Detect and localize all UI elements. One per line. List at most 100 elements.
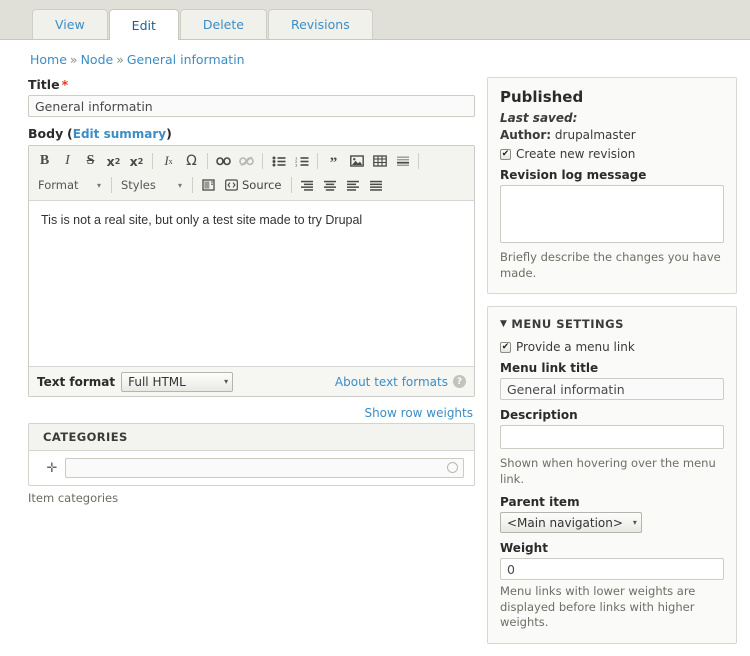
menu-description-hint: Shown when hovering over the menu link. [500,456,716,486]
toolbar-separator-2 [207,153,208,169]
tab-view[interactable]: View [32,9,108,39]
node-edit-form: Title* Body (Edit summary) B I S x2 x2 I… [0,77,475,656]
editor-toolbar: B I S x2 x2 Ix Ω 1 2 3 ” Format ▾ Styles… [29,146,474,201]
toolbar-separator-5 [418,153,419,169]
menu-settings-heading: MENU SETTINGS [511,317,624,332]
breadcrumb-current[interactable]: General informatin [127,52,245,67]
blockquote-icon[interactable]: ” [322,151,345,172]
category-autocomplete-input[interactable] [65,458,464,478]
numbered-list-icon[interactable]: 123 [290,151,313,172]
parent-item-value: <Main navigation> [507,515,623,530]
show-row-weights-link[interactable]: Show row weights [364,406,473,420]
body-paragraph: Tis is not a real site, but only a test … [41,213,363,227]
strikethrough-icon[interactable]: S [79,151,102,172]
editor-toolbar-row-1: B I S x2 x2 Ix Ω 1 2 3 ” [33,149,470,173]
align-left-icon[interactable] [342,175,365,196]
image-icon[interactable] [345,151,368,172]
tab-revisions[interactable]: Revisions [267,9,373,39]
align-right-icon[interactable] [296,175,319,196]
tab-delete-label: Delete [202,17,244,32]
breadcrumb-node[interactable]: Node [81,52,114,67]
menu-description-label: Description [500,408,578,423]
revision-log-label: Revision log message [500,168,647,182]
published-panel: Published Last saved: Author: drupalmast… [487,77,737,295]
primary-tabs: View Edit Delete Revisions [0,0,750,40]
author-row: Author: drupalmaster [500,128,724,142]
text-format-value: Full HTML [128,374,186,389]
subscript-icon[interactable]: x2 [125,151,148,172]
body-rich-text-editor: B I S x2 x2 Ix Ω 1 2 3 ” Format ▾ Styles… [28,145,475,397]
editor-toolbar-row-2: Format ▾ Styles ▾ Source [33,173,470,197]
text-format-bar: Text format Full HTML ▾ About text forma… [29,366,474,396]
required-marker: * [61,77,69,92]
collapse-arrow-icon: ▼ [500,319,508,330]
templates-icon[interactable] [197,175,220,196]
svg-text:3: 3 [295,163,297,167]
styles-dropdown[interactable]: Styles ▾ [116,175,186,195]
provide-menu-link-label: Provide a menu link [516,340,635,355]
styles-dropdown-caret: ▾ [177,180,182,190]
tab-edit[interactable]: Edit [108,9,179,40]
table-icon[interactable] [368,151,391,172]
toolbar-separator-7 [192,177,193,193]
weight-label: Weight [500,541,548,556]
text-format-label: Text format [37,374,116,389]
title-label: Title * [28,77,475,92]
toolbar-separator-6 [111,177,112,193]
categories-table: CATEGORIES ✛ [28,423,475,486]
menu-settings-header[interactable]: ▼ MENU SETTINGS [500,317,724,331]
format-dropdown-caret: ▾ [96,180,101,190]
tab-edit-label: Edit [131,17,156,33]
title-input[interactable] [28,95,475,117]
drag-handle-icon[interactable]: ✛ [39,461,65,476]
text-format-group: Text format Full HTML ▾ [37,371,234,392]
superscript-icon[interactable]: x2 [102,151,125,172]
bold-icon[interactable]: B [33,151,56,172]
breadcrumb: Home» Node» General informatin [0,40,750,67]
bulleted-list-icon[interactable] [267,151,290,172]
menu-description-textarea[interactable] [500,425,724,450]
row-weights-toggle-wrap: Show row weights [28,406,473,420]
breadcrumb-home[interactable]: Home [30,52,67,67]
revision-log-textarea[interactable] [500,185,724,243]
parent-item-label: Parent item [500,495,580,510]
tab-revisions-label: Revisions [290,17,350,32]
remove-format-icon[interactable]: Ix [157,151,180,172]
revision-log-hint: Briefly describe the changes you have ma… [500,250,721,280]
author-label: Author: [500,128,552,142]
title-label-text: Title [28,77,60,92]
horizontal-rule-icon[interactable] [391,151,414,172]
tab-delete[interactable]: Delete [179,9,267,39]
source-button-label: Source [242,178,282,192]
edit-summary-link[interactable]: Edit summary [73,127,166,141]
parent-item-select[interactable]: <Main navigation> ▾ [500,512,642,534]
menu-link-title-input[interactable] [500,378,724,401]
text-format-select[interactable]: Full HTML ▾ [121,371,234,392]
table-row: ✛ [29,451,474,485]
toolbar-separator-1 [152,153,153,169]
toolbar-separator-4 [317,153,318,169]
create-new-revision-checkbox[interactable]: ✔ [500,148,511,160]
categories-header: CATEGORIES [29,424,474,451]
breadcrumb-separator-1: » [69,52,78,67]
menu-link-title-label: Menu link title [500,361,599,376]
format-dropdown[interactable]: Format ▾ [33,175,105,195]
toolbar-separator-8 [290,177,292,193]
styles-dropdown-label: Styles [121,178,156,192]
justify-icon[interactable] [365,175,388,196]
align-center-icon[interactable] [319,175,342,196]
weight-input[interactable] [500,558,724,581]
author-value: drupalmaster [554,128,636,142]
unlink-icon[interactable] [235,151,258,172]
provide-menu-link-row[interactable]: ✔ Provide a menu link [500,340,724,354]
source-button[interactable]: Source [220,175,287,195]
provide-menu-link-checkbox[interactable]: ✔ [500,341,511,353]
link-icon[interactable] [212,151,235,172]
italic-icon[interactable]: I [56,151,79,172]
create-new-revision-row[interactable]: ✔ Create new revision [500,147,724,161]
body-paren-close: ) [166,126,172,141]
help-icon[interactable]: ? [453,375,466,388]
about-text-formats-link[interactable]: About text formats [335,375,448,389]
body-editable-area[interactable]: Tis is not a real site, but only a test … [29,201,474,366]
special-character-icon[interactable]: Ω [180,151,203,172]
